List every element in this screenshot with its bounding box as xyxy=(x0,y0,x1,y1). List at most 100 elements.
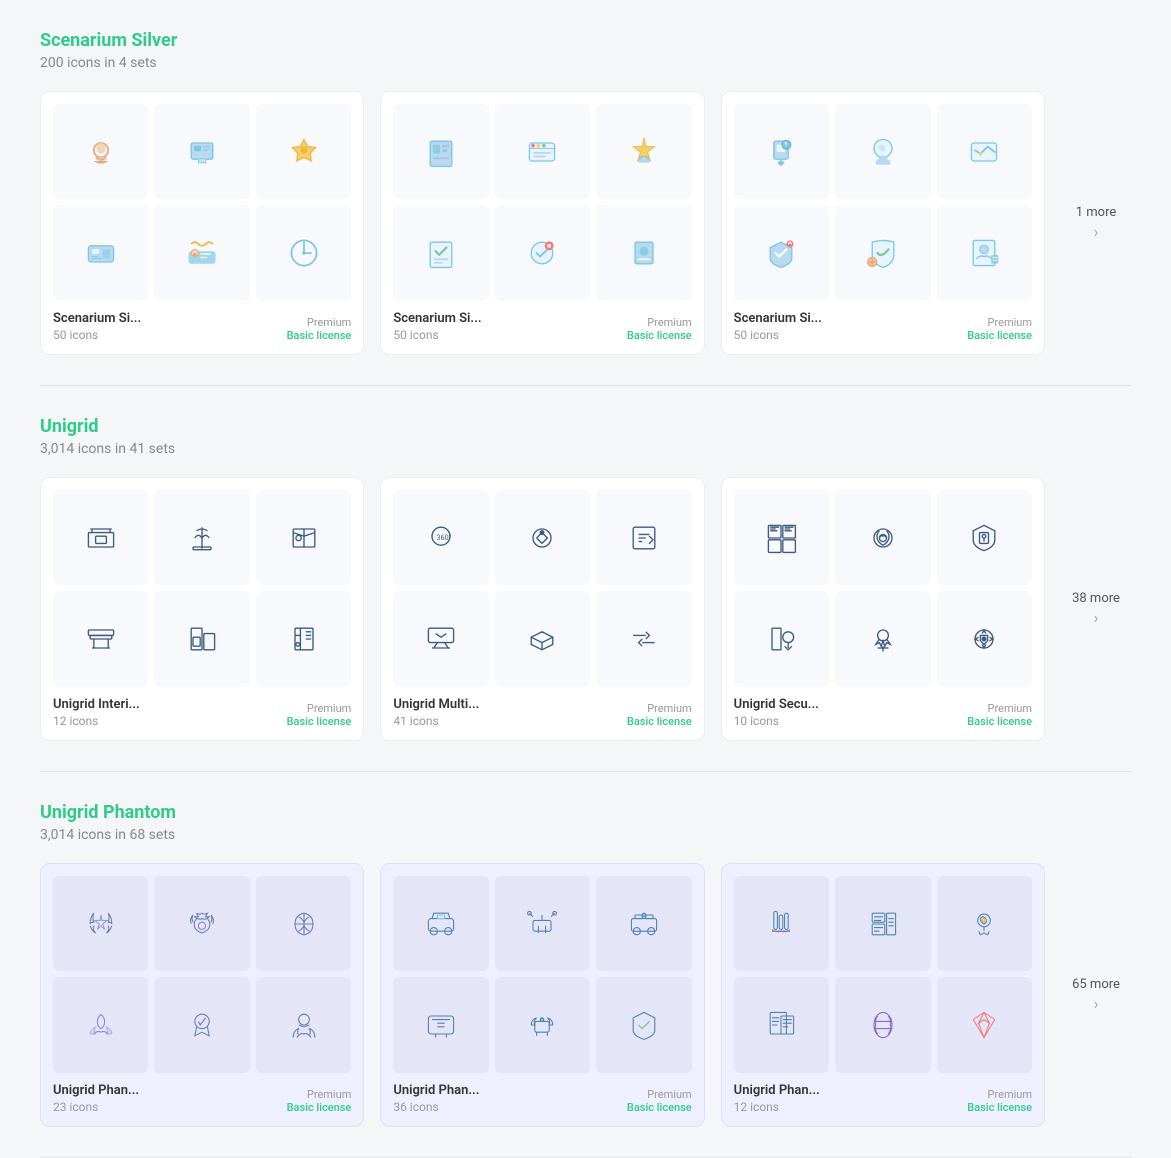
premium-badge: Premium xyxy=(967,1088,1032,1101)
icon-cell xyxy=(393,104,488,199)
set-meta: Premium Basic license xyxy=(627,1088,692,1114)
icon-grid xyxy=(53,104,351,301)
section-subtitle: 3,014 icons in 68 sets xyxy=(40,827,1131,843)
set-name: Scenarium Si... xyxy=(53,311,141,326)
set-card[interactable]: Unigrid Phan... 12 icons Premium Basic l… xyxy=(721,863,1045,1127)
set-count: 12 icons xyxy=(734,1100,820,1114)
set-card[interactable]: Unigrid Secu... 10 icons Premium Basic l… xyxy=(721,477,1045,741)
more-link[interactable]: 38 more › xyxy=(1061,591,1131,627)
icon-cell xyxy=(154,977,249,1072)
icon-cell xyxy=(937,591,1032,686)
sets-row: Scenarium Si... 50 icons Premium Basic l… xyxy=(40,91,1131,355)
section-title: Unigrid xyxy=(40,416,1131,437)
section-header: Unigrid Phantom 3,014 icons in 68 sets xyxy=(40,802,1131,843)
set-card-footer: Scenarium Si... 50 icons Premium Basic l… xyxy=(393,311,691,342)
set-card-footer: Unigrid Phan... 12 icons Premium Basic l… xyxy=(734,1083,1032,1114)
icon-cell xyxy=(393,876,488,971)
set-card[interactable]: Unigrid Phan... 36 icons Premium Basic l… xyxy=(380,863,704,1127)
icon-cell xyxy=(154,490,249,585)
set-meta: Premium Basic license xyxy=(287,316,352,342)
icon-grid xyxy=(53,490,351,687)
license-badge[interactable]: Basic license xyxy=(287,1101,352,1114)
set-count: 36 icons xyxy=(393,1100,479,1114)
icon-cell xyxy=(53,104,148,199)
icon-cell xyxy=(596,205,691,300)
set-cards: Unigrid Phan... 23 icons Premium Basic l… xyxy=(40,863,1045,1127)
more-label: 38 more xyxy=(1072,591,1120,606)
premium-badge: Premium xyxy=(967,316,1032,329)
icon-cell xyxy=(256,876,351,971)
set-name: Unigrid Multi... xyxy=(393,697,479,712)
set-meta: Premium Basic license xyxy=(627,316,692,342)
set-card[interactable]: Scenarium Si... 50 icons Premium Basic l… xyxy=(380,91,704,355)
set-count: 23 icons xyxy=(53,1100,139,1114)
license-badge[interactable]: Basic license xyxy=(967,715,1032,728)
premium-badge: Premium xyxy=(287,702,352,715)
icon-cell xyxy=(154,876,249,971)
icon-cell xyxy=(596,977,691,1072)
set-name: Scenarium Si... xyxy=(393,311,481,326)
license-badge[interactable]: Basic license xyxy=(967,329,1032,342)
set-name: Unigrid Interi... xyxy=(53,697,140,712)
icon-cell xyxy=(154,104,249,199)
license-badge[interactable]: Basic license xyxy=(627,1101,692,1114)
unigrid-section: Unigrid 3,014 icons in 41 sets xyxy=(40,386,1131,772)
set-card[interactable]: Unigrid Phan... 23 icons Premium Basic l… xyxy=(40,863,364,1127)
more-arrow-icon: › xyxy=(1094,222,1099,241)
set-meta: Premium Basic license xyxy=(287,1088,352,1114)
set-name: Unigrid Phan... xyxy=(393,1083,479,1098)
icon-cell xyxy=(256,591,351,686)
set-name: Unigrid Phan... xyxy=(53,1083,139,1098)
icon-cell xyxy=(53,205,148,300)
set-card[interactable]: Scenarium Si... 50 icons Premium Basic l… xyxy=(721,91,1045,355)
premium-badge: Premium xyxy=(287,1088,352,1101)
premium-badge: Premium xyxy=(967,702,1032,715)
set-count: 50 icons xyxy=(734,328,822,342)
icon-cell xyxy=(495,205,590,300)
set-card-footer: Unigrid Secu... 10 icons Premium Basic l… xyxy=(734,697,1032,728)
icon-cell xyxy=(154,591,249,686)
set-meta: Premium Basic license xyxy=(967,1088,1032,1114)
svg-text:360°: 360° xyxy=(437,532,452,541)
sets-row: Unigrid Interi... 12 icons Premium Basic… xyxy=(40,477,1131,741)
icon-cell xyxy=(937,205,1032,300)
section-title: Unigrid Phantom xyxy=(40,802,1131,823)
section-title: Scenarium Silver xyxy=(40,30,1131,51)
license-badge[interactable]: Basic license xyxy=(627,715,692,728)
set-count: 50 icons xyxy=(53,328,141,342)
icon-cell xyxy=(596,591,691,686)
more-label: 1 more xyxy=(1076,205,1117,220)
set-card-footer: Scenarium Si... 50 icons Premium Basic l… xyxy=(734,311,1032,342)
icon-cell xyxy=(256,205,351,300)
set-card-footer: Unigrid Phan... 36 icons Premium Basic l… xyxy=(393,1083,691,1114)
set-card[interactable]: 360° xyxy=(380,477,704,741)
license-badge[interactable]: Basic license xyxy=(287,715,352,728)
section-header: Unigrid 3,014 icons in 41 sets xyxy=(40,416,1131,457)
icon-grid xyxy=(734,104,1032,301)
more-link[interactable]: 65 more › xyxy=(1061,977,1131,1013)
icon-cell xyxy=(596,490,691,585)
icon-cell xyxy=(393,205,488,300)
set-card[interactable]: Scenarium Si... 50 icons Premium Basic l… xyxy=(40,91,364,355)
more-link[interactable]: 1 more › xyxy=(1061,205,1131,241)
icon-cell xyxy=(256,977,351,1072)
icon-cell xyxy=(495,876,590,971)
more-arrow-icon: › xyxy=(1094,608,1099,627)
premium-badge: Premium xyxy=(627,316,692,329)
set-card[interactable]: Unigrid Interi... 12 icons Premium Basic… xyxy=(40,477,364,741)
icon-cell xyxy=(154,205,249,300)
icon-cell xyxy=(937,977,1032,1072)
icon-cell xyxy=(734,490,829,585)
icon-cell xyxy=(835,104,930,199)
license-badge[interactable]: Basic license xyxy=(287,329,352,342)
license-badge[interactable]: Basic license xyxy=(627,329,692,342)
set-cards: Scenarium Si... 50 icons Premium Basic l… xyxy=(40,91,1045,355)
section-subtitle: 3,014 icons in 41 sets xyxy=(40,441,1131,457)
icon-cell xyxy=(495,490,590,585)
set-meta: Premium Basic license xyxy=(627,702,692,728)
unigrid-phantom-section: Unigrid Phantom 3,014 icons in 68 sets xyxy=(40,772,1131,1158)
license-badge[interactable]: Basic license xyxy=(967,1101,1032,1114)
sets-row: Unigrid Phan... 23 icons Premium Basic l… xyxy=(40,863,1131,1127)
icon-cell xyxy=(53,490,148,585)
scenarium-silver-section: Scenarium Silver 200 icons in 4 sets xyxy=(40,0,1131,386)
